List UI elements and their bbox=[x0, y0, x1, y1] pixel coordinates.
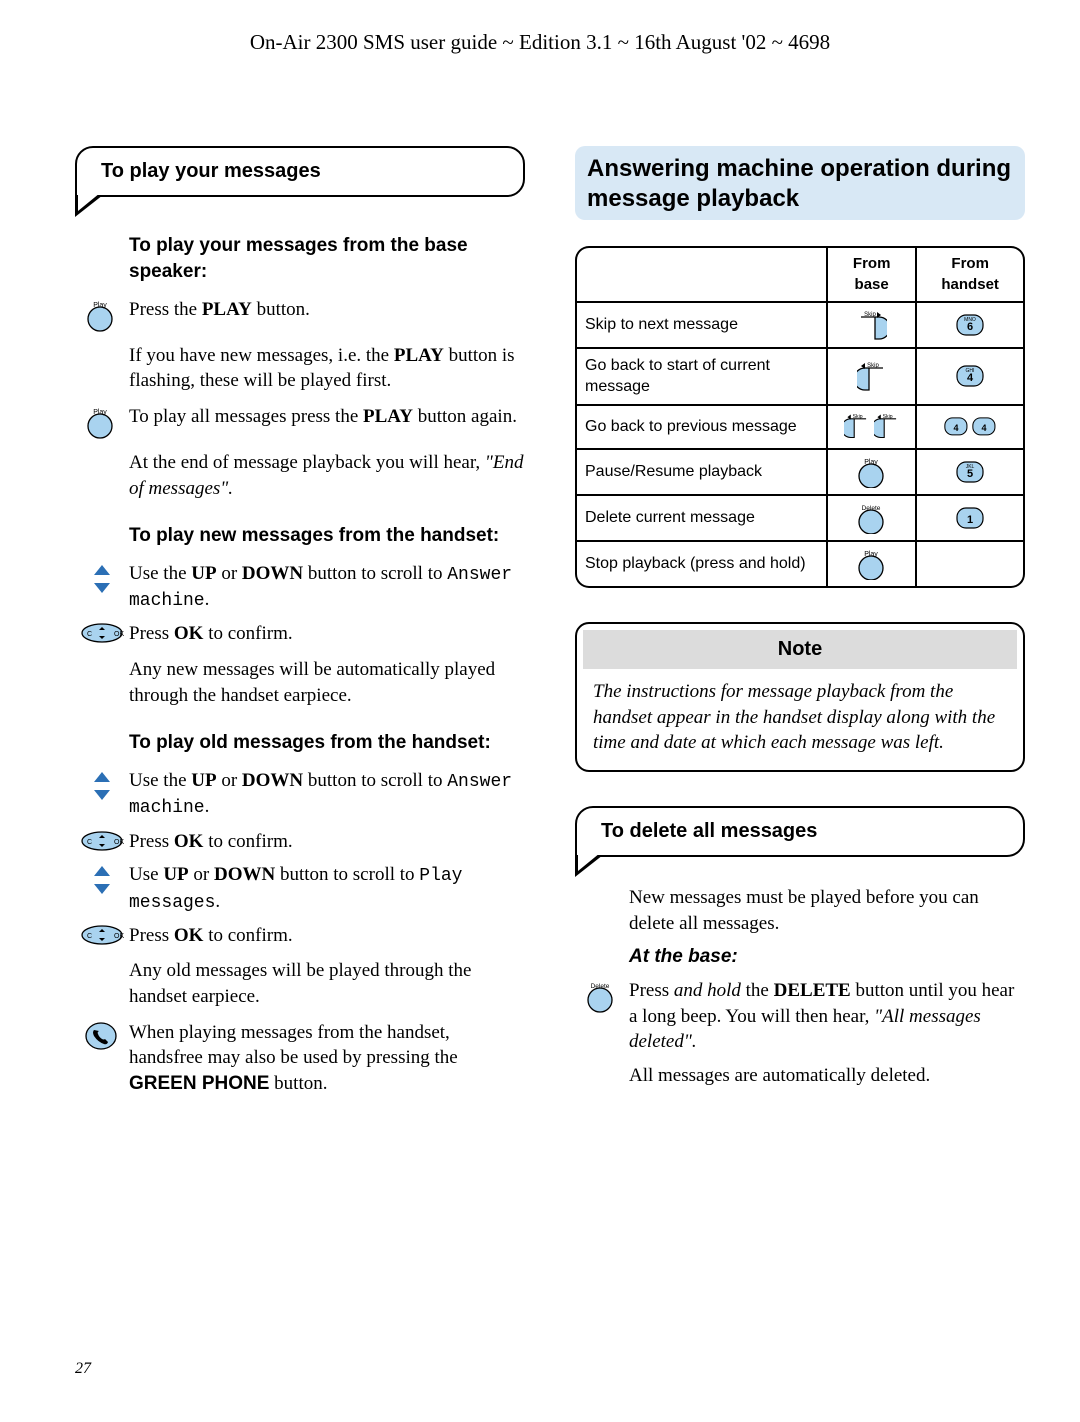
step-scroll-answer-machine: Use the UP or DOWN button to scroll to A… bbox=[129, 561, 525, 614]
table-row: Stop playback (press and hold) bbox=[575, 541, 1025, 588]
step-play-all: To play all messages press the PLAY butt… bbox=[129, 404, 525, 430]
play-button-icon bbox=[75, 404, 129, 440]
left-column: To play your messages To play your messa… bbox=[75, 146, 525, 1104]
delete-button-icon bbox=[575, 978, 629, 1014]
key-5-icon: 5JKL bbox=[925, 461, 1015, 483]
table-row: Delete current message 1 bbox=[575, 495, 1025, 541]
step-press-ok-3: Press OK to confirm. bbox=[129, 923, 525, 949]
up-down-icon bbox=[75, 768, 129, 802]
sub-at-the-base: At the base: bbox=[629, 944, 1025, 970]
ok-pill-icon bbox=[75, 829, 129, 851]
table-row: Skip to next message 6MNO bbox=[575, 302, 1025, 348]
info-new-messages: If you have new messages, i.e. the PLAY … bbox=[129, 343, 525, 394]
sub-play-old-handset: To play old messages from the handset: bbox=[129, 730, 525, 756]
up-down-icon bbox=[75, 862, 129, 896]
info-auto-deleted: All messages are automatically deleted. bbox=[629, 1063, 1025, 1089]
key-1-icon: 1 bbox=[925, 507, 1015, 529]
key-6-icon: 6MNO bbox=[925, 314, 1015, 336]
note-box: Note The instructions for message playba… bbox=[575, 622, 1025, 772]
info-handsfree: When playing messages from the handset, … bbox=[129, 1020, 525, 1097]
page-number: 27 bbox=[75, 1358, 91, 1380]
tab-delete-all: To delete all messages bbox=[575, 806, 1025, 857]
svg-text:4: 4 bbox=[954, 423, 959, 433]
svg-text:MNO: MNO bbox=[964, 317, 976, 323]
note-body: The instructions for message playback fr… bbox=[577, 679, 1023, 756]
skip-back-twice-icon bbox=[836, 412, 907, 442]
info-auto-play-new: Any new messages will be automatically p… bbox=[129, 657, 525, 708]
tab-play-messages: To play your messages bbox=[75, 146, 525, 197]
svg-text:1: 1 bbox=[967, 514, 973, 526]
svg-text:GHI: GHI bbox=[966, 368, 975, 374]
step-press-ok-2: Press OK to confirm. bbox=[129, 829, 525, 855]
key-4-icon: 4GHI bbox=[925, 365, 1015, 387]
table-row: Go back to start of current message 4GHI bbox=[575, 348, 1025, 405]
skip-back-icon bbox=[836, 360, 907, 392]
delete-precondition: New messages must be played before you c… bbox=[629, 885, 1025, 936]
step-hold-delete: Press and hold the DELETE button until y… bbox=[629, 978, 1025, 1055]
skip-fwd-icon bbox=[836, 309, 907, 341]
info-end-of-messages: At the end of message playback you will … bbox=[129, 450, 525, 501]
sub-play-from-base: To play your messages from the base spea… bbox=[129, 233, 525, 284]
step-press-play: Press the PLAY button. bbox=[129, 297, 525, 323]
section-title-playback-ops: Answering machine operation during messa… bbox=[575, 146, 1025, 220]
sub-play-new-handset: To play new messages from the handset: bbox=[129, 523, 525, 549]
ok-pill-icon bbox=[75, 923, 129, 945]
green-phone-icon bbox=[75, 1020, 129, 1050]
svg-text:4: 4 bbox=[982, 423, 987, 433]
note-title: Note bbox=[583, 630, 1017, 669]
play-button-icon bbox=[75, 297, 129, 333]
playback-ops-table: From base From handset Skip to next mess… bbox=[575, 246, 1025, 588]
svg-text:JKL: JKL bbox=[966, 464, 975, 470]
step-press-ok: Press OK to confirm. bbox=[129, 621, 525, 647]
play-button-icon bbox=[836, 456, 907, 488]
th-from-base: From base bbox=[827, 246, 916, 302]
right-column: Answering machine operation during messa… bbox=[575, 146, 1025, 1104]
key-4-twice-icon: 44 bbox=[925, 417, 1015, 437]
step-scroll-answer-machine-2: Use the UP or DOWN button to scroll to A… bbox=[129, 768, 525, 821]
play-button-icon bbox=[836, 548, 907, 580]
table-row: Go back to previous message 44 bbox=[575, 405, 1025, 449]
step-scroll-play-messages: Use UP or DOWN button to scroll to Play … bbox=[129, 862, 525, 915]
up-down-icon bbox=[75, 561, 129, 595]
table-row: Pause/Resume playback 5JKL bbox=[575, 449, 1025, 495]
info-play-old: Any old messages will be played through … bbox=[129, 958, 525, 1009]
ok-pill-icon bbox=[75, 621, 129, 643]
delete-button-icon bbox=[836, 502, 907, 534]
page-header: On-Air 2300 SMS user guide ~ Edition 3.1… bbox=[0, 0, 1080, 56]
th-from-handset: From handset bbox=[916, 246, 1025, 302]
